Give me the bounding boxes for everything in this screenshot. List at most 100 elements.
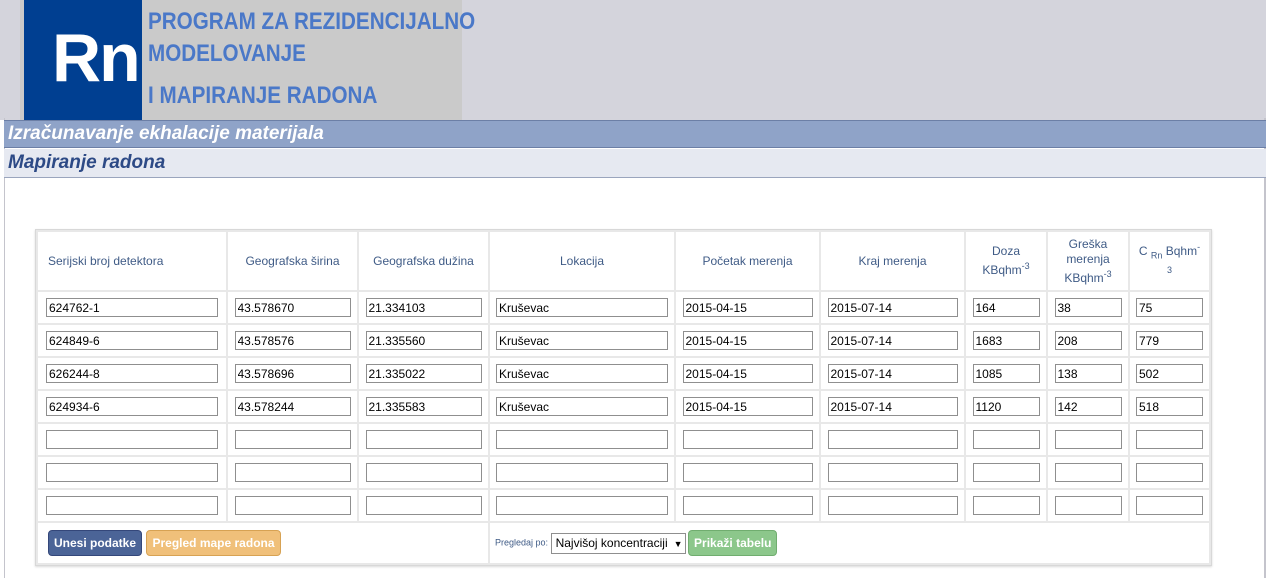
menu-item-mapiranje-label: Mapiranje radona	[8, 152, 166, 173]
serial-input[interactable]	[46, 364, 218, 383]
cell-end	[821, 424, 964, 455]
conc-input[interactable]	[1136, 364, 1203, 383]
start-input[interactable]	[682, 364, 813, 383]
view-radon-map-button[interactable]: Pregled mape radona	[146, 530, 281, 556]
cell-conc	[1130, 424, 1209, 455]
error-input[interactable]	[1054, 496, 1122, 515]
serial-input[interactable]	[46, 298, 218, 317]
lon-input[interactable]	[365, 463, 482, 482]
location-input[interactable]	[496, 496, 668, 515]
end-input[interactable]	[827, 298, 958, 317]
col-header-start: Početak merenja	[676, 232, 819, 290]
end-input[interactable]	[827, 463, 958, 482]
location-input[interactable]	[496, 430, 668, 449]
dose-input[interactable]	[972, 430, 1040, 449]
start-input[interactable]	[682, 331, 813, 350]
lon-input[interactable]	[365, 430, 482, 449]
start-input[interactable]	[682, 430, 813, 449]
cell-start	[676, 457, 819, 488]
cell-dose	[966, 391, 1046, 422]
lon-input[interactable]	[365, 364, 482, 383]
cell-conc	[1130, 391, 1209, 422]
error-input[interactable]	[1054, 430, 1122, 449]
dose-input[interactable]	[972, 364, 1040, 383]
dose-input[interactable]	[972, 298, 1040, 317]
dose-input[interactable]	[972, 397, 1040, 416]
location-input[interactable]	[496, 364, 668, 383]
cell-lon	[359, 325, 488, 356]
location-input[interactable]	[496, 463, 668, 482]
cell-conc	[1130, 358, 1209, 389]
sort-select-value: Najvišoj koncentraciji	[555, 535, 668, 550]
cell-lon	[359, 391, 488, 422]
lat-input[interactable]	[234, 298, 351, 317]
start-input[interactable]	[682, 298, 813, 317]
error-input[interactable]	[1054, 463, 1122, 482]
col-header-dose: Doza KBqhm-3	[966, 232, 1046, 290]
start-input[interactable]	[682, 397, 813, 416]
cell-lon	[359, 457, 488, 488]
error-input[interactable]	[1054, 364, 1122, 383]
dose-input[interactable]	[972, 331, 1040, 350]
cell-error	[1048, 358, 1128, 389]
end-input[interactable]	[827, 331, 958, 350]
conc-input[interactable]	[1136, 430, 1203, 449]
conc-input[interactable]	[1136, 397, 1203, 416]
conc-input[interactable]	[1136, 298, 1203, 317]
dose-input[interactable]	[972, 496, 1040, 515]
start-input[interactable]	[682, 463, 813, 482]
serial-input[interactable]	[46, 331, 218, 350]
serial-input[interactable]	[46, 430, 218, 449]
end-input[interactable]	[827, 496, 958, 515]
submit-data-button[interactable]: Unesi podatke	[48, 530, 143, 556]
show-table-button[interactable]: Prikaži tabelu	[688, 530, 778, 556]
table-footer-row: Unesi podatke Pregled mape radona Pregle…	[38, 523, 1209, 563]
location-input[interactable]	[496, 331, 668, 350]
cell-end	[821, 292, 964, 323]
lat-input[interactable]	[234, 463, 351, 482]
col-header-location: Lokacija	[490, 232, 674, 290]
chevron-down-icon: ▼	[673, 538, 683, 549]
lat-input[interactable]	[234, 496, 351, 515]
cell-serial	[38, 292, 226, 323]
cell-lat	[228, 457, 357, 488]
cell-serial	[38, 358, 226, 389]
table-row	[38, 292, 1209, 323]
table-row	[38, 391, 1209, 422]
serial-input[interactable]	[46, 463, 218, 482]
end-input[interactable]	[827, 397, 958, 416]
lon-input[interactable]	[365, 331, 482, 350]
menu-item-ekhalacija[interactable]: Izračunavanje ekhalacije materijala	[4, 120, 1266, 148]
cell-lon	[359, 490, 488, 521]
cell-end	[821, 490, 964, 521]
cell-error	[1048, 490, 1128, 521]
cell-start	[676, 424, 819, 455]
error-input[interactable]	[1054, 298, 1122, 317]
conc-input[interactable]	[1136, 331, 1203, 350]
lon-input[interactable]	[365, 298, 482, 317]
lon-input[interactable]	[365, 496, 482, 515]
error-input[interactable]	[1054, 331, 1122, 350]
lat-input[interactable]	[234, 364, 351, 383]
start-input[interactable]	[682, 496, 813, 515]
lat-input[interactable]	[234, 430, 351, 449]
error-input[interactable]	[1054, 397, 1122, 416]
end-input[interactable]	[827, 364, 958, 383]
menu-item-mapiranje[interactable]: Mapiranje radona	[4, 149, 1266, 178]
conc-input[interactable]	[1136, 496, 1203, 515]
col-header-lat: Geografska širina	[228, 232, 357, 290]
lon-input[interactable]	[365, 397, 482, 416]
conc-input[interactable]	[1136, 463, 1203, 482]
serial-input[interactable]	[46, 397, 218, 416]
location-input[interactable]	[496, 298, 668, 317]
location-input[interactable]	[496, 397, 668, 416]
end-input[interactable]	[827, 430, 958, 449]
lat-input[interactable]	[234, 331, 351, 350]
logo: Rn	[24, 0, 142, 120]
serial-input[interactable]	[46, 496, 218, 515]
dose-input[interactable]	[972, 463, 1040, 482]
lat-input[interactable]	[234, 397, 351, 416]
sort-select[interactable]: Najvišoj koncentraciji ▼	[550, 532, 686, 554]
app-title-line1: PROGRAM ZA REZIDENCIJALNO	[148, 8, 476, 35]
col-header-end: Kraj merenja	[821, 232, 964, 290]
